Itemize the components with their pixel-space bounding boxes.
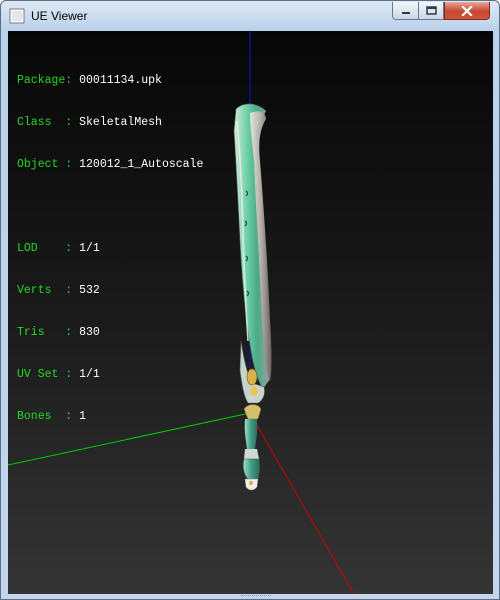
- maximize-icon: [425, 6, 437, 15]
- app-window: UE Viewer Package: 00011134.upk Class: …: [0, 0, 500, 600]
- info-label: Verts :: [17, 284, 73, 297]
- info-row-object: Object : 120012_1_Autoscale: [17, 158, 203, 172]
- bottom-resize-grip[interactable]: [241, 595, 271, 599]
- maximize-button[interactable]: [418, 2, 444, 20]
- close-button[interactable]: [444, 2, 490, 20]
- app-icon: [9, 8, 25, 24]
- minimize-icon: [401, 11, 410, 14]
- minimize-button[interactable]: [392, 2, 419, 20]
- info-row-tris: Tris : 830: [17, 326, 203, 340]
- info-value: 1: [79, 410, 87, 423]
- window-title: UE Viewer: [31, 9, 88, 23]
- info-label: Package:: [17, 74, 73, 87]
- info-label: LOD :: [17, 242, 73, 255]
- info-label: Tris :: [17, 326, 73, 339]
- info-row-verts: Verts : 532: [17, 284, 203, 298]
- info-row-class: Class : SkeletalMesh: [17, 116, 203, 130]
- info-value: 1/1: [79, 368, 100, 381]
- axis-x-line: [249, 412, 355, 594]
- info-value: 120012_1_Autoscale: [79, 158, 204, 171]
- info-value: 532: [79, 284, 100, 297]
- info-value: 1/1: [79, 242, 100, 255]
- info-row-package: Package: 00011134.upk: [17, 74, 203, 88]
- 3d-viewport[interactable]: Package: 00011134.upk Class : SkeletalMe…: [8, 31, 493, 594]
- info-value: 830: [79, 326, 100, 339]
- info-value: 00011134.upk: [79, 74, 162, 87]
- info-label: Bones :: [17, 410, 73, 423]
- info-value: SkeletalMesh: [79, 116, 162, 129]
- info-label: UV Set :: [17, 368, 73, 381]
- title-bar[interactable]: UE Viewer: [1, 1, 499, 31]
- mesh-info-overlay: Package: 00011134.upk Class : SkeletalMe…: [17, 46, 203, 452]
- info-label: Object :: [17, 158, 73, 171]
- info-row-uvset: UV Set : 1/1: [17, 368, 203, 382]
- info-label: Class :: [17, 116, 73, 129]
- info-row-bones: Bones : 1: [17, 410, 203, 424]
- sword-mesh: [233, 103, 272, 491]
- close-icon: [461, 5, 473, 16]
- info-row-lod: LOD : 1/1: [17, 242, 203, 256]
